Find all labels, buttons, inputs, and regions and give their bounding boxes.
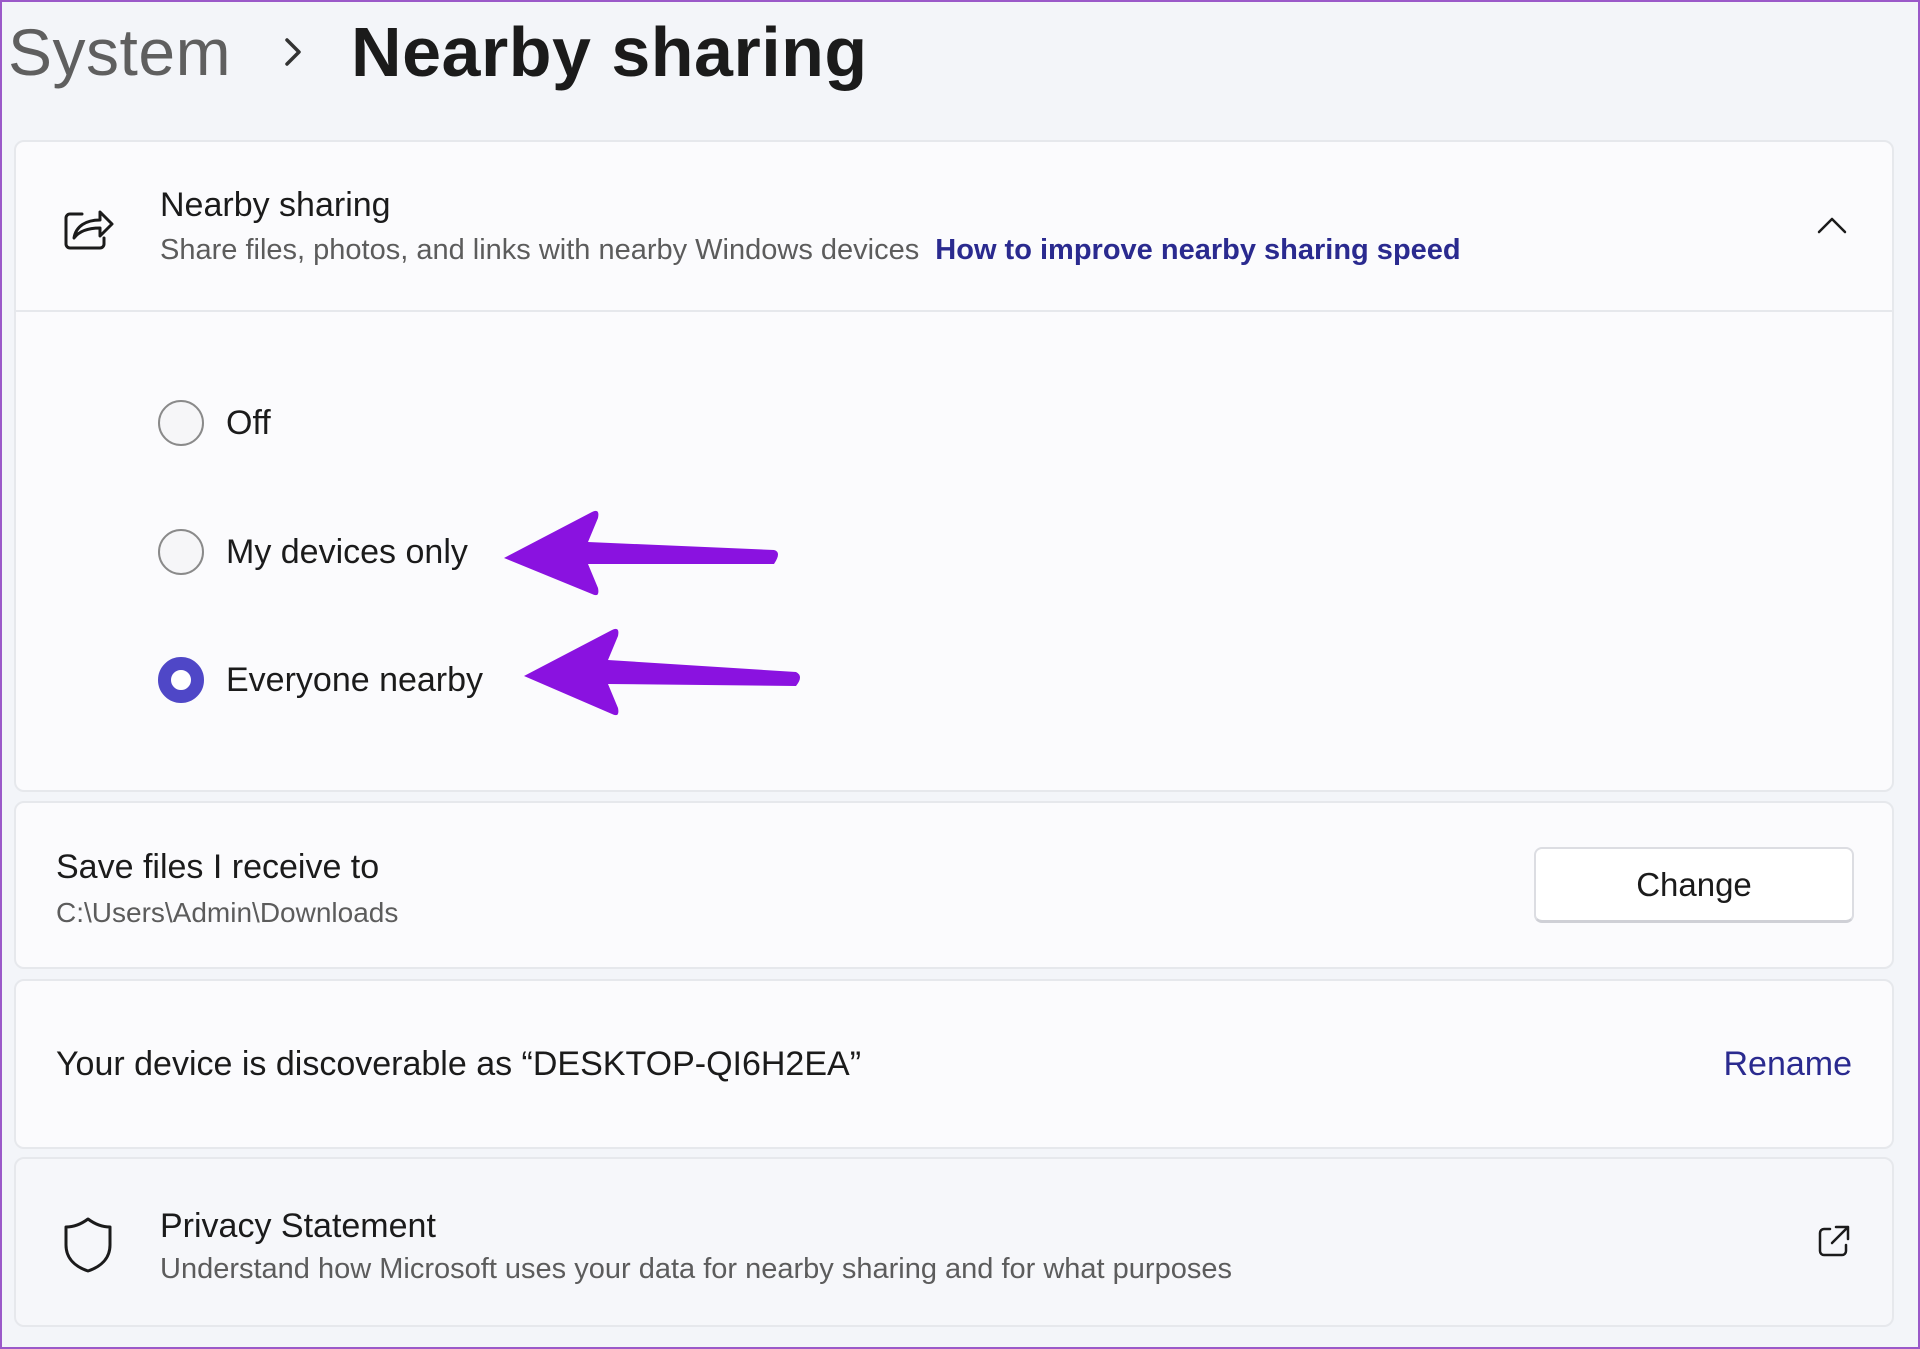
annotation-arrow-icon [504, 510, 778, 596]
improve-speed-link[interactable]: How to improve nearby sharing speed [935, 234, 1460, 266]
nearby-sharing-description: Share files, photos, and links with near… [160, 234, 1461, 267]
rename-link[interactable]: Rename [1723, 1045, 1852, 1084]
radio-button[interactable] [158, 400, 204, 446]
change-button[interactable]: Change [1534, 847, 1854, 923]
external-link-icon[interactable] [1814, 1221, 1854, 1261]
privacy-statement-title: Privacy Statement [160, 1207, 436, 1245]
privacy-statement-description: Understand how Microsoft uses your data … [160, 1253, 1232, 1285]
shield-icon [64, 1217, 112, 1273]
radio-option-my-devices-only[interactable]: My devices only [158, 525, 468, 579]
radio-option-off[interactable]: Off [158, 396, 271, 450]
chevron-up-icon[interactable] [1808, 202, 1856, 250]
save-files-card: Save files I receive to C:\Users\Admin\D… [14, 801, 1894, 969]
annotation-arrow-icon [524, 628, 800, 716]
breadcrumb-parent-system[interactable]: System [8, 14, 231, 90]
radio-label: Everyone nearby [226, 660, 484, 699]
privacy-statement-card[interactable]: Privacy Statement Understand how Microso… [14, 1157, 1894, 1327]
discoverable-card: Your device is discoverable as “DESKTOP-… [14, 979, 1894, 1149]
device-discoverable-text: Your device is discoverable as “DESKTOP-… [56, 1045, 862, 1083]
breadcrumb: System Nearby sharing [8, 10, 868, 94]
save-files-path: C:\Users\Admin\Downloads [56, 897, 399, 928]
nearby-sharing-card: Nearby sharing Share files, photos, and … [14, 140, 1894, 792]
radio-button-checked[interactable] [158, 657, 204, 703]
page-title: Nearby sharing [351, 13, 868, 91]
chevron-right-icon [285, 38, 301, 66]
radio-label: Off [226, 403, 271, 442]
radio-option-everyone-nearby[interactable]: Everyone nearby [158, 653, 483, 707]
share-icon [64, 210, 114, 250]
nearby-sharing-title: Nearby sharing [160, 186, 391, 224]
nearby-sharing-header[interactable]: Nearby sharing Share files, photos, and … [16, 142, 1892, 312]
radio-button[interactable] [158, 529, 204, 575]
nearby-sharing-description-text: Share files, photos, and links with near… [160, 234, 920, 266]
radio-label: My devices only [226, 532, 468, 571]
save-files-title: Save files I receive to [56, 848, 380, 886]
